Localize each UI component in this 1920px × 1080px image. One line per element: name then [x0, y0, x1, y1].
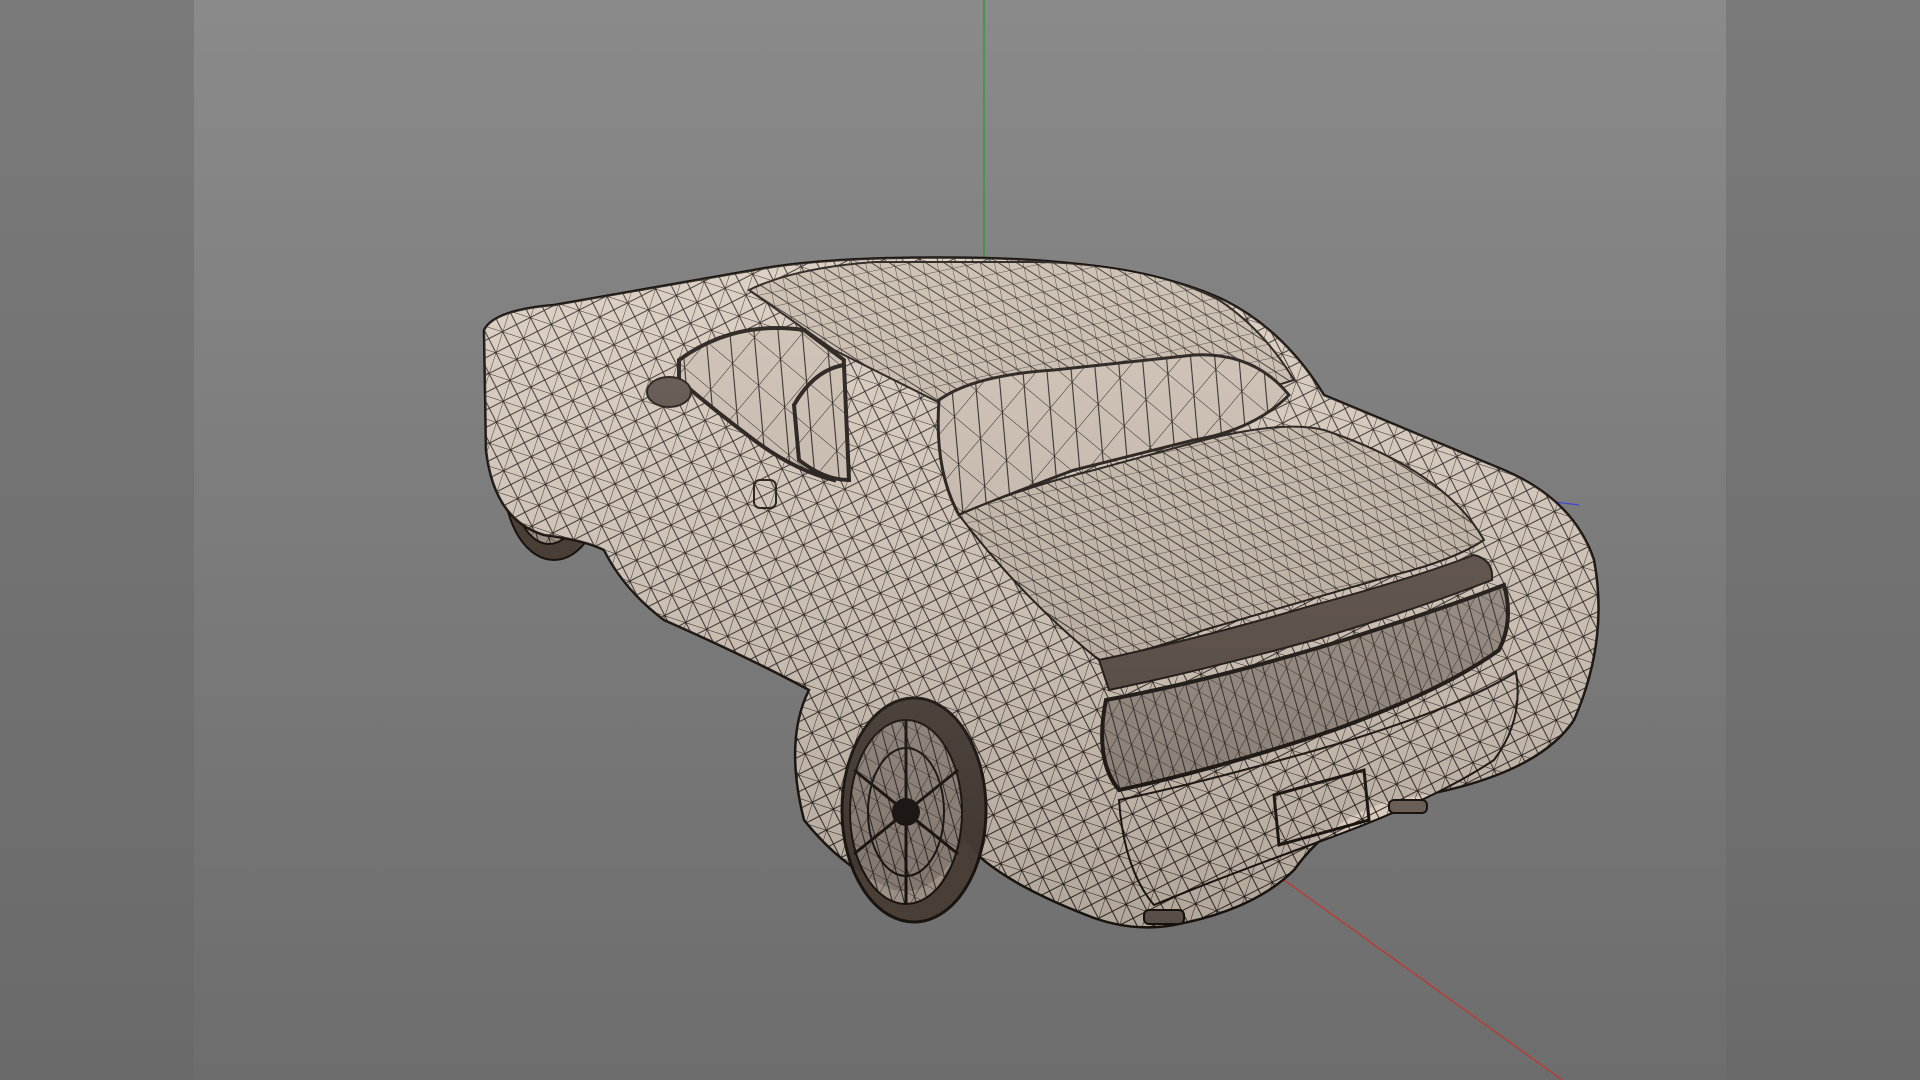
3d-viewport[interactable]: [194, 0, 1726, 1080]
viewport-canvas[interactable]: [194, 0, 1726, 1080]
body-shading: [484, 257, 1599, 928]
exhaust-tip-right: [1388, 799, 1428, 814]
letterbox-left: [0, 0, 194, 1080]
car-model[interactable]: [482, 256, 1600, 929]
x-axis-line: [1283, 879, 1563, 1080]
letterbox-right: [1726, 0, 1920, 1080]
